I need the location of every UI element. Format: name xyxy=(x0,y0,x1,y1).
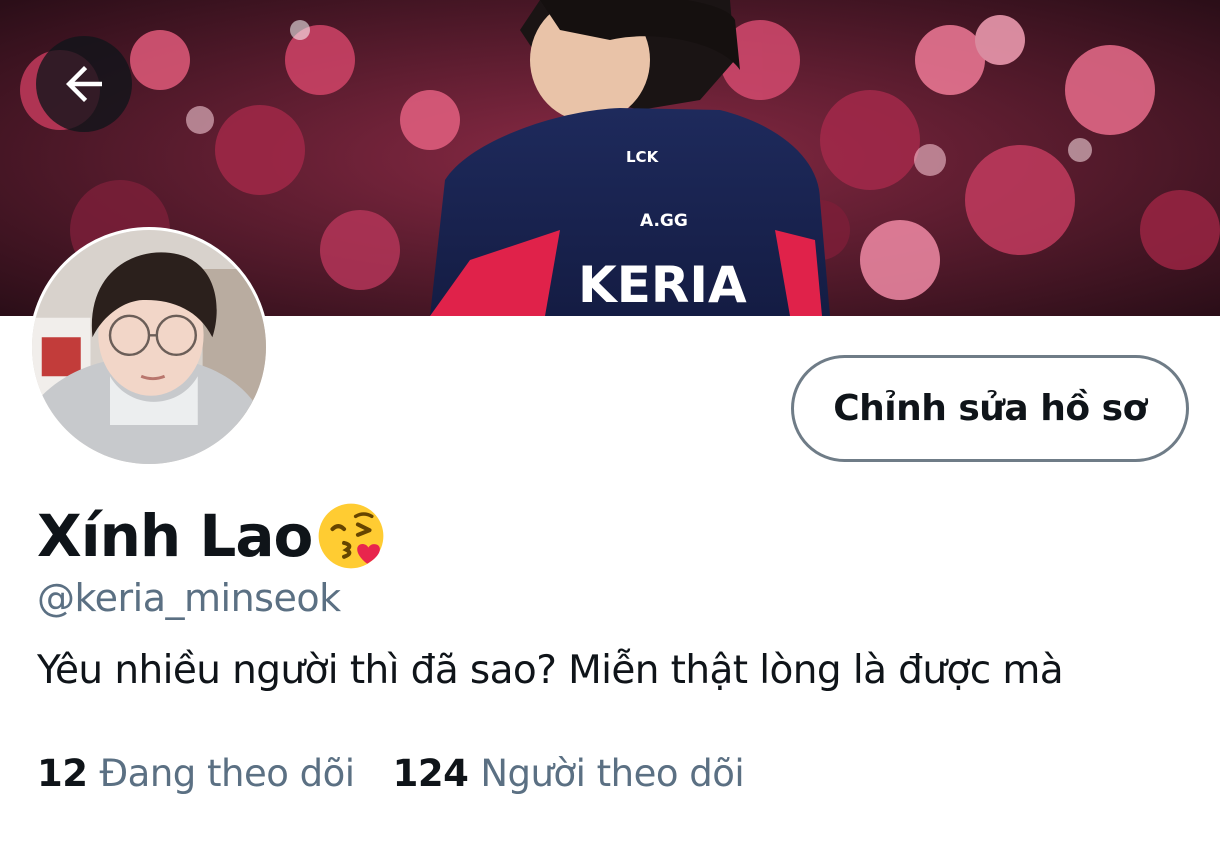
banner-jersey-text: KERIA xyxy=(578,256,747,314)
avatar[interactable] xyxy=(29,227,269,467)
banner-sponsor-agg: A.GG xyxy=(640,211,688,231)
display-name: Xính Lao xyxy=(37,502,313,570)
edit-profile-button[interactable]: Chỉnh sửa hồ sơ xyxy=(791,355,1189,462)
display-name-row: Xính Lao xyxy=(37,496,388,576)
profile-bio: Yêu nhiều người thì đã sao? Miễn thật lò… xyxy=(37,648,1064,693)
followers-link[interactable]: 124 Người theo dõi xyxy=(393,752,745,795)
profile-page: LCK A.GG KERIA Chỉnh sửa hồ sơ Xính Lao … xyxy=(0,0,1220,851)
followers-count: 124 xyxy=(392,752,469,795)
back-button[interactable] xyxy=(36,36,132,132)
banner-sponsor-lck: LCK xyxy=(626,148,660,166)
followers-label: Người theo dõi xyxy=(480,752,745,795)
username-handle: @keria_minseok xyxy=(37,576,341,620)
following-label: Đang theo dõi xyxy=(99,752,356,795)
avatar-image xyxy=(32,230,266,464)
following-link[interactable]: 12 Đang theo dõi xyxy=(37,752,355,795)
face-blowing-kiss-icon xyxy=(314,499,388,573)
arrow-left-icon xyxy=(66,66,102,102)
following-count: 12 xyxy=(37,752,88,795)
follow-stats: 12 Đang theo dõi 124 Người theo dõi xyxy=(37,752,745,795)
